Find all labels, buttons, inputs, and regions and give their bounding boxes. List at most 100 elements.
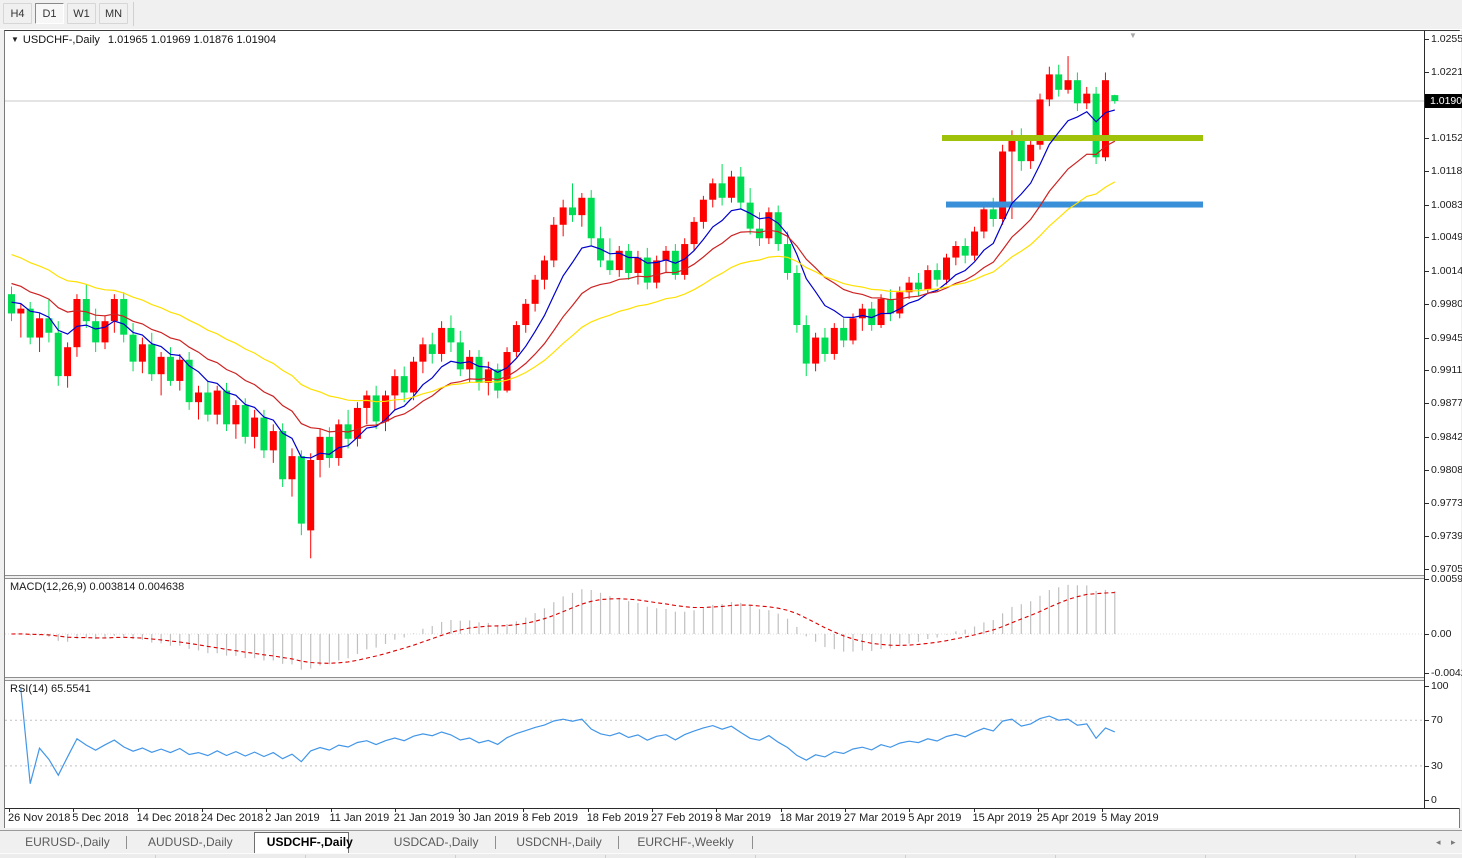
candlestick-canvas[interactable] xyxy=(5,31,1424,575)
chart-shift-marker-icon[interactable]: ▼ xyxy=(1129,31,1137,40)
price-tick xyxy=(1425,436,1429,438)
chart-tab-eurchf[interactable]: EURCHF-,Weekly xyxy=(623,833,749,852)
price-tick xyxy=(1425,503,1429,505)
candle-body xyxy=(933,270,941,280)
candle-body xyxy=(82,299,90,322)
price-tick-label: 1.00830 xyxy=(1431,198,1462,211)
timeframe-button-d1[interactable]: D1 xyxy=(35,3,64,24)
time-tick-label: 26 Nov 2018 xyxy=(8,812,71,824)
rsi-indicator-plot[interactable]: RSI(14) 65.5541 xyxy=(5,681,1424,808)
price-tick xyxy=(1425,38,1429,40)
candle-body xyxy=(971,231,979,256)
candle-body xyxy=(195,392,202,403)
timeframe-button-w1[interactable]: W1 xyxy=(67,3,96,24)
macd-indicator-plot[interactable]: MACD(12,26,9) 0.003814 0.004638 xyxy=(5,579,1424,677)
tabs-scroll-left-icon[interactable]: ◂ xyxy=(1436,837,1441,848)
macd-label: MACD(12,26,9) 0.003814 0.004638 xyxy=(10,581,185,593)
candle-body xyxy=(690,221,698,245)
candle-body xyxy=(587,197,595,239)
chart-symbol-label: USDCHF-,Daily xyxy=(22,34,100,46)
chart-tab-eurusd[interactable]: EURUSD-,Daily xyxy=(8,833,127,852)
candle-body xyxy=(176,359,184,381)
time-tick-label: 8 Mar 2019 xyxy=(715,812,771,824)
candle-body xyxy=(1055,74,1063,90)
candle-body xyxy=(316,436,324,460)
macd-canvas[interactable] xyxy=(5,579,1424,677)
chart-window: ▼ USDCHF-,Daily 1.01965 1.01969 1.01876 1.… xyxy=(4,30,1462,828)
candle-body xyxy=(1083,93,1091,104)
price-tick xyxy=(1425,568,1429,570)
candle-body xyxy=(8,294,15,314)
macd-tick-label: -0.004243 xyxy=(1431,667,1462,680)
time-tick-label: 24 Dec 2018 xyxy=(200,812,264,824)
candle-body xyxy=(447,327,455,343)
candle-body xyxy=(410,361,418,393)
candle-body xyxy=(503,352,511,391)
candle-body xyxy=(1027,144,1035,162)
tab-separator xyxy=(494,836,496,849)
time-scale-axis[interactable]: 26 Nov 2018 5 Dec 2018 14 Dec 2018 24 Dec 2… xyxy=(5,808,1459,827)
candle-body xyxy=(288,456,296,480)
tab-separator xyxy=(751,836,753,849)
candle-body xyxy=(92,321,100,343)
price-tick xyxy=(1425,170,1429,172)
price-scale-axis[interactable]: 1.01904 1.02550 1.02210 1.01520 1.01180 1.00… xyxy=(1424,31,1462,808)
chart-tab-audusd[interactable]: AUDUSD-,Daily xyxy=(131,833,250,852)
chart-tab-usdchf[interactable]: USDCHF-,Daily xyxy=(253,832,353,853)
price-tick xyxy=(1425,303,1429,305)
chart-dropdown-icon[interactable]: ▼ xyxy=(11,35,19,44)
candle-body xyxy=(157,356,165,375)
price-tick-label: 0.97730 xyxy=(1431,497,1462,510)
candle-body xyxy=(110,299,118,322)
candle-body xyxy=(943,257,950,280)
chart-tab-usdcnh[interactable]: USDCNH-,Daily xyxy=(500,833,619,852)
price-tick xyxy=(1425,237,1429,239)
fast-ma xyxy=(11,109,1115,459)
candle-body xyxy=(540,260,548,280)
macd-tick xyxy=(1425,578,1429,580)
candle-body xyxy=(1064,80,1072,90)
chart-tab-usdcad[interactable]: USDCAD-,Daily xyxy=(377,833,496,852)
timeframe-button-h4[interactable]: H4 xyxy=(3,3,32,24)
candle-body xyxy=(914,282,922,290)
time-tick-label: 27 Mar 2019 xyxy=(843,812,906,824)
candle-body xyxy=(699,199,707,222)
candle-body xyxy=(73,299,81,348)
bottom-scrollbar-sliver[interactable] xyxy=(0,853,1462,858)
current-price-badge: 1.01904 xyxy=(1425,94,1462,108)
candle-body xyxy=(662,250,670,261)
candle-body xyxy=(727,176,735,198)
candle-body xyxy=(774,212,782,245)
candle-body xyxy=(858,308,866,319)
candle-body xyxy=(438,327,446,354)
time-tick-label: 18 Feb 2019 xyxy=(586,812,649,824)
time-tick-label: 15 Apr 2019 xyxy=(972,812,1032,824)
chart-title: ▼ USDCHF-,Daily 1.01965 1.01969 1.01876 1.… xyxy=(11,34,276,46)
candle-body xyxy=(251,417,259,437)
tabs-scroll-right-icon[interactable]: ▸ xyxy=(1451,837,1456,848)
price-chart-plot[interactable]: ▼ USDCHF-,Daily 1.01965 1.01969 1.01876 1.… xyxy=(5,31,1424,575)
rsi-tick-label: 30 xyxy=(1431,759,1443,772)
rsi-tick xyxy=(1425,800,1429,801)
candle-body xyxy=(840,327,848,341)
candle-body xyxy=(241,405,249,437)
candle-body xyxy=(17,308,25,314)
time-tick-label: 5 Dec 2018 xyxy=(72,812,129,824)
timeframe-button-mn[interactable]: MN xyxy=(99,3,128,24)
resistance-line[interactable] xyxy=(942,135,1203,142)
candle-body xyxy=(64,347,72,377)
candle-body xyxy=(279,431,287,480)
rsi-line xyxy=(20,688,1116,784)
chart-tab-bar: EURUSD-,Daily AUDUSD-,Daily USDCHF-,Daily U… xyxy=(0,830,1462,853)
candle-body xyxy=(531,279,539,304)
candle-body xyxy=(1073,80,1081,104)
price-tick-label: 1.00140 xyxy=(1431,265,1462,278)
candle-body xyxy=(952,245,960,258)
candle-body xyxy=(129,334,137,362)
candle-body xyxy=(260,417,268,451)
price-tick xyxy=(1425,536,1429,538)
candle-body xyxy=(138,344,146,362)
macd-tick-label: 0.00597 xyxy=(1431,572,1462,585)
price-tick xyxy=(1425,271,1429,273)
rsi-canvas[interactable] xyxy=(5,681,1424,808)
